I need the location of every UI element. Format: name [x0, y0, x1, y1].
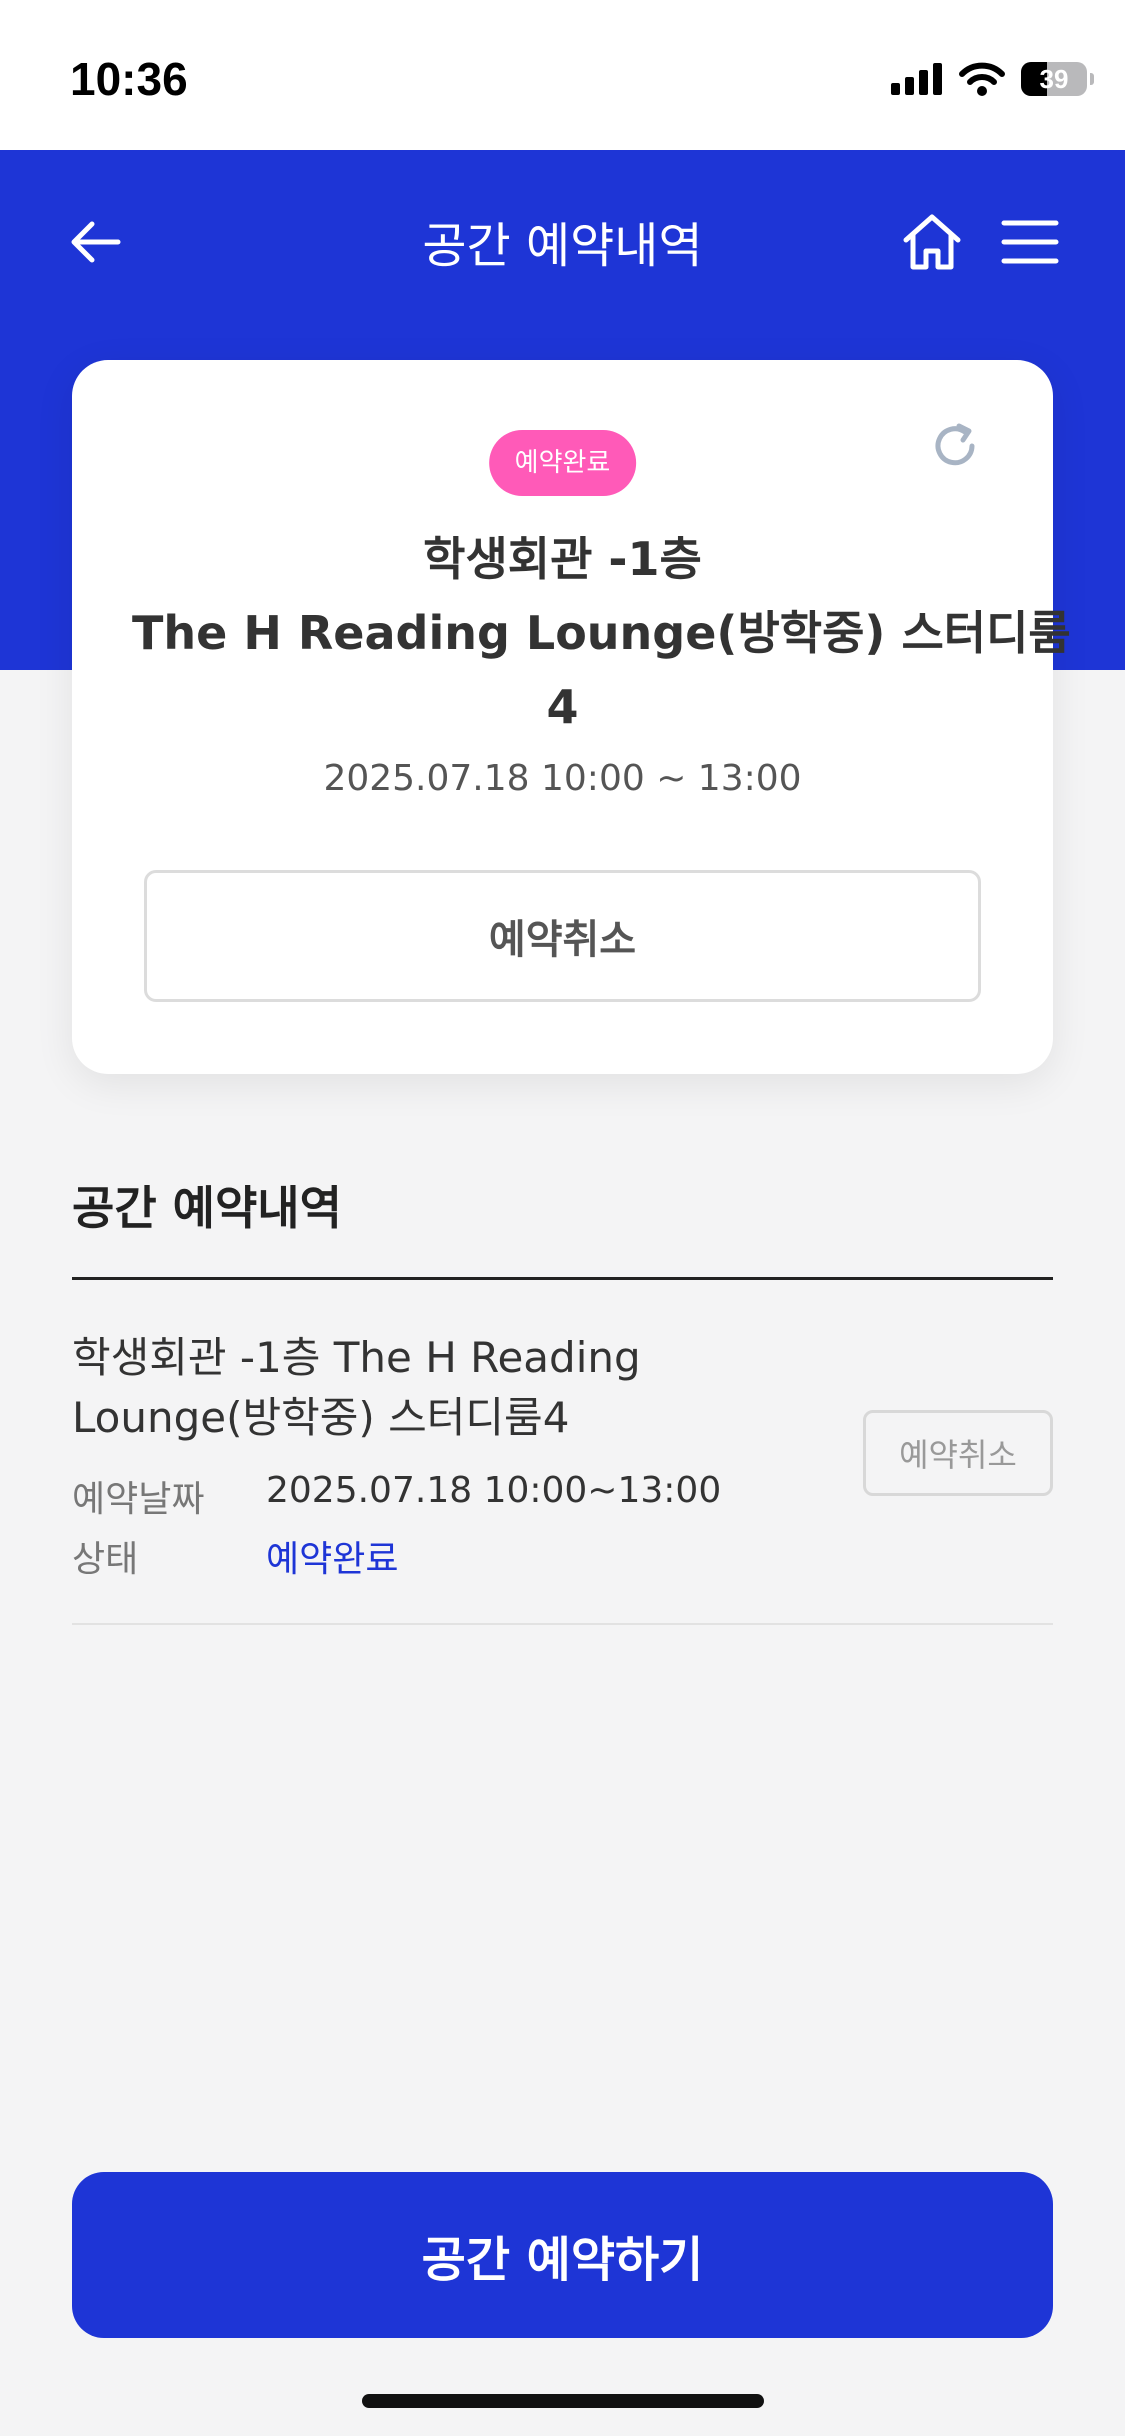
status-icons: 39	[891, 62, 1094, 96]
home-icon	[903, 214, 961, 270]
reservation-name: 학생회관 -1층 The H Reading Lounge(방학중) 스터디룸4	[72, 1328, 672, 1448]
battery-level: 39	[1039, 63, 1069, 94]
status-bar: 10:36 39	[0, 0, 1125, 150]
section-title: 공간 예약내역	[72, 1181, 342, 1235]
reservation-datetime: 2025.07.18 10:00 ~ 13:00	[323, 758, 802, 799]
header-bar: 공간 예약내역	[0, 150, 1125, 320]
reservation-title: 학생회관 -1층 The H Reading Lounge(방학중) 스터디룸 …	[132, 522, 1071, 744]
home-indicator	[362, 2394, 764, 2408]
status-value: 예약완료	[266, 1539, 399, 1580]
reservation-card: 예약완료 학생회관 -1층 The H Reading Lounge(방학중) …	[72, 360, 1071, 1074]
title-line: 학생회관 -1층	[423, 532, 702, 586]
reserve-space-button[interactable]: 공간 예약하기	[72, 2172, 1053, 2338]
home-button[interactable]	[892, 202, 972, 282]
list-divider	[72, 1623, 1053, 1625]
list-item: 학생회관 -1층 The H Reading Lounge(방학중) 스터디룸4…	[72, 1280, 1053, 1625]
title-line: The H Reading Lounge(방학중) 스터디룸	[132, 606, 1071, 660]
battery-icon: 39	[1021, 62, 1094, 96]
refresh-icon	[935, 423, 975, 466]
date-value: 2025.07.18 10:00~13:00	[266, 1470, 722, 1511]
status-time: 10:36	[70, 53, 188, 105]
name-line: 학생회관 -1층 The H Reading	[72, 1333, 641, 1382]
refresh-button[interactable]	[925, 416, 985, 476]
date-label: 예약날짜	[72, 1479, 205, 1520]
status-label: 상태	[72, 1539, 139, 1580]
wifi-icon	[959, 62, 1005, 96]
hamburger-menu-icon	[1001, 220, 1059, 264]
item-cancel-button[interactable]: 예약취소	[863, 1410, 1053, 1496]
name-line: Lounge(방학중) 스터디룸4	[72, 1393, 570, 1442]
cellular-signal-icon	[891, 63, 942, 95]
cancel-reservation-button[interactable]: 예약취소	[144, 870, 981, 1002]
menu-button[interactable]	[990, 202, 1070, 282]
title-line: 4	[546, 680, 579, 734]
status-badge: 예약완료	[488, 430, 637, 496]
